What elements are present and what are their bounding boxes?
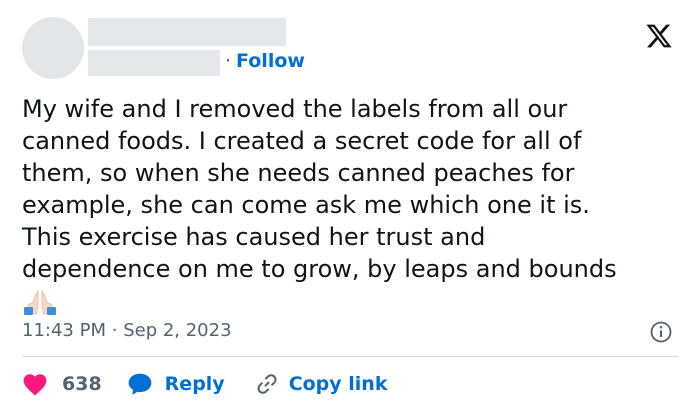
tweet-time: 11:43 PM [22,320,106,341]
heart-icon [23,374,47,396]
tweet-date: Sep 2, 2023 [123,320,232,341]
reply-label: Reply [164,373,225,395]
tweet-line: My wife and I removed the labels from al… [22,95,568,123]
tweet-line: canned foods. I created a secret code fo… [22,127,582,155]
avatar[interactable] [22,17,84,79]
copy-link-button[interactable]: Copy link [255,372,388,396]
tweet-line: example, she can come ask me which one i… [22,191,590,219]
copy-link-label: Copy link [288,373,388,395]
follow-label: Follow [236,50,305,72]
x-logo-icon[interactable] [644,22,674,50]
tweet-timestamp[interactable]: 11:43 PM · Sep 2, 2023 [22,320,232,341]
display-name-redacted[interactable] [88,18,286,46]
divider [22,356,678,357]
tweet-card: · Follow My wife and I removed the labels… [0,0,700,410]
reply-bubble-icon [128,373,152,395]
follow-link[interactable]: · Follow [225,50,305,72]
tweet-line: dependence on me to grow, by leaps and b… [22,255,617,283]
handle-redacted[interactable] [88,50,220,76]
like-button[interactable]: 638 [22,372,102,396]
link-icon [257,374,277,394]
tweet-line: This exercise has caused her trust and [22,223,486,251]
reply-button[interactable]: Reply [127,372,225,396]
action-bar: 638 Reply Copy link [22,370,387,398]
tweet-text: My wife and I removed the labels from al… [22,93,682,285]
timestamp-separator: · [111,320,118,341]
info-icon[interactable] [649,320,673,344]
folded-hands-emoji [24,289,56,315]
tweet-line: them, so when she needs canned peaches f… [22,159,575,187]
follow-separator: · [225,50,232,72]
like-count: 638 [62,373,102,395]
